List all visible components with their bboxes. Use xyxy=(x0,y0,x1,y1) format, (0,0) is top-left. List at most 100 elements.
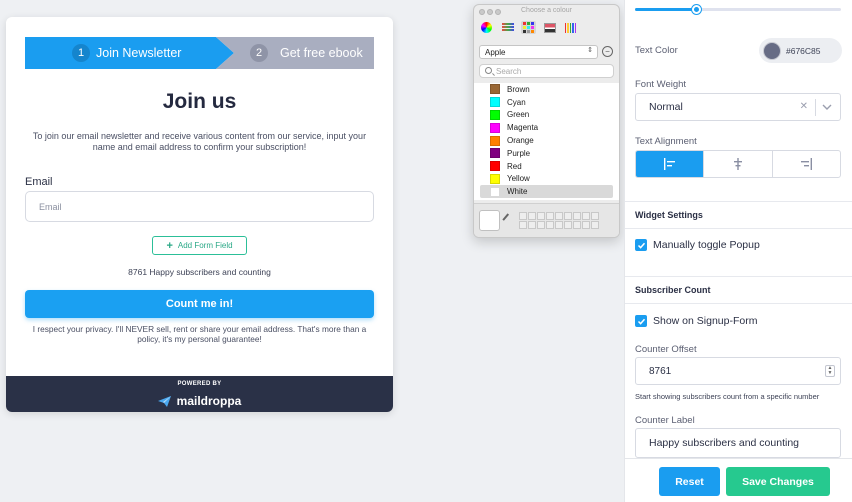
colour-item-selected[interactable]: White xyxy=(480,185,613,199)
powered-by-footer[interactable]: POWERED BY maildroppa xyxy=(6,376,393,412)
colour-name: Purple xyxy=(507,148,531,158)
add-form-field-button[interactable]: + Add Form Field xyxy=(152,236,247,255)
colour-search-input[interactable]: Search xyxy=(479,64,614,78)
subscriber-count-heading: Subscriber Count xyxy=(625,276,852,304)
colour-name: Cyan xyxy=(507,97,526,107)
settings-panel: Text Color #676C85 Font Weight Normal ✕ … xyxy=(624,0,852,502)
colour-name: Brown xyxy=(507,84,530,94)
image-palettes-tab[interactable] xyxy=(542,21,557,34)
colour-item[interactable]: Red xyxy=(474,160,619,173)
palette-options-button[interactable]: − xyxy=(602,46,613,57)
show-on-signup-form-label: Show on Signup-Form xyxy=(653,315,758,327)
align-center-button[interactable] xyxy=(703,151,771,177)
font-weight-value: Normal xyxy=(649,101,683,113)
colour-swatch xyxy=(490,135,500,146)
colour-name: Yellow xyxy=(507,174,530,184)
privacy-text: I respect your privacy. I'll NEVER sell,… xyxy=(32,324,367,344)
text-alignment-label: Text Alignment xyxy=(635,136,697,147)
palette-select[interactable]: Apple ⇕ xyxy=(479,45,598,59)
paper-plane-icon xyxy=(157,395,171,407)
count-me-in-button[interactable]: Count me in! xyxy=(25,290,374,318)
colour-list: Brown Cyan Green Magenta Orange Purple R… xyxy=(474,83,619,200)
step-number: 2 xyxy=(250,44,268,62)
text-color-label: Text Color xyxy=(635,45,678,56)
font-weight-label: Font Weight xyxy=(635,79,687,90)
colour-name: White xyxy=(507,187,528,197)
save-changes-button[interactable]: Save Changes xyxy=(726,467,830,496)
align-right-icon xyxy=(801,158,813,170)
checkbox-checked-icon[interactable] xyxy=(635,315,647,327)
align-right-button[interactable] xyxy=(771,151,840,177)
text-color-picker[interactable]: #676C85 xyxy=(759,38,842,63)
picker-title: Choose a colour xyxy=(521,7,572,14)
plus-icon: + xyxy=(166,239,173,252)
slider-fill xyxy=(635,8,697,11)
font-weight-select[interactable]: Normal ✕ xyxy=(635,93,841,121)
align-left-icon xyxy=(663,158,675,170)
colour-item[interactable]: Orange xyxy=(474,134,619,147)
counter-offset-input[interactable]: 8761 ▲ ▼ xyxy=(635,357,841,385)
slider-thumb[interactable] xyxy=(691,5,701,14)
step-label: Get free ebook xyxy=(280,46,363,60)
colour-search-placeholder: Search xyxy=(496,66,522,76)
action-bar: Reset Save Changes xyxy=(625,458,852,502)
colour-swatch xyxy=(490,84,500,95)
step-progress: 1 Join Newsletter 2 Get free ebook xyxy=(25,37,374,69)
saved-colour-slots[interactable] xyxy=(519,212,599,229)
align-center-icon xyxy=(733,158,742,170)
picker-bottom-bar xyxy=(474,203,619,237)
colour-item[interactable]: Magenta xyxy=(474,121,619,134)
checkbox-checked-icon[interactable] xyxy=(635,239,647,251)
text-alignment-group xyxy=(635,150,841,178)
colour-name: Magenta xyxy=(507,123,539,133)
clear-icon[interactable]: ✕ xyxy=(800,101,808,112)
pencils-tab[interactable] xyxy=(563,21,578,34)
up-down-arrows-icon: ⇕ xyxy=(587,47,593,54)
colour-swatch xyxy=(490,148,500,159)
eyedropper-icon[interactable] xyxy=(502,213,514,225)
email-field[interactable]: Email xyxy=(25,191,374,222)
step-get-ebook[interactable]: 2 Get free ebook xyxy=(216,37,374,69)
image-icon xyxy=(543,22,556,33)
colour-item[interactable]: Brown xyxy=(474,83,619,96)
colour-wheel-icon xyxy=(481,22,492,33)
select-separator xyxy=(815,99,816,116)
colour-name: Orange xyxy=(507,136,534,146)
colour-name: Red xyxy=(507,161,522,171)
powered-by-label: POWERED BY xyxy=(177,381,222,387)
counter-label-input[interactable]: Happy subscribers and counting xyxy=(635,428,841,458)
colour-palettes-tab[interactable] xyxy=(521,21,536,34)
colour-wheel-tab[interactable] xyxy=(479,21,494,34)
palette-icon xyxy=(523,22,534,33)
counter-label-label: Counter Label xyxy=(635,415,695,426)
sliders-icon xyxy=(501,23,514,32)
align-left-button[interactable] xyxy=(636,151,704,177)
counter-label-value: Happy subscribers and counting xyxy=(649,437,800,449)
signup-form-preview: 1 Join Newsletter 2 Get free ebook Join … xyxy=(6,17,393,412)
counter-offset-hint: Start showing subscribers count from a s… xyxy=(635,392,820,401)
colour-item[interactable]: Yellow xyxy=(474,173,619,186)
manually-toggle-popup-checkbox[interactable]: Manually toggle Popup xyxy=(635,239,760,251)
subscriber-count-text: 8761 Happy subscribers and counting xyxy=(128,267,271,277)
colour-swatch xyxy=(490,173,500,184)
colour-item[interactable]: Cyan xyxy=(474,96,619,109)
number-stepper-icon[interactable]: ▲ ▼ xyxy=(825,365,835,377)
add-form-field-label: Add Form Field xyxy=(177,241,233,250)
colour-swatch xyxy=(490,109,500,120)
pencils-icon xyxy=(564,22,577,33)
step-join-newsletter[interactable]: 1 Join Newsletter xyxy=(25,37,234,69)
show-on-signup-form-checkbox[interactable]: Show on Signup-Form xyxy=(635,315,757,327)
counter-offset-value: 8761 xyxy=(649,365,672,377)
colour-swatch xyxy=(490,122,500,133)
reset-button[interactable]: Reset xyxy=(659,467,720,496)
size-slider[interactable] xyxy=(635,5,841,14)
colour-item[interactable]: Purple xyxy=(474,147,619,160)
current-colour-swatch[interactable] xyxy=(479,210,500,231)
colour-item[interactable]: Green xyxy=(474,109,619,122)
step-number: 1 xyxy=(72,44,90,62)
chevron-down-icon[interactable] xyxy=(821,101,833,113)
colour-sliders-tab[interactable] xyxy=(500,21,515,34)
picker-mode-tabs xyxy=(479,21,578,34)
colour-swatch xyxy=(490,186,500,197)
picker-titlebar[interactable]: Choose a colour xyxy=(474,5,619,19)
